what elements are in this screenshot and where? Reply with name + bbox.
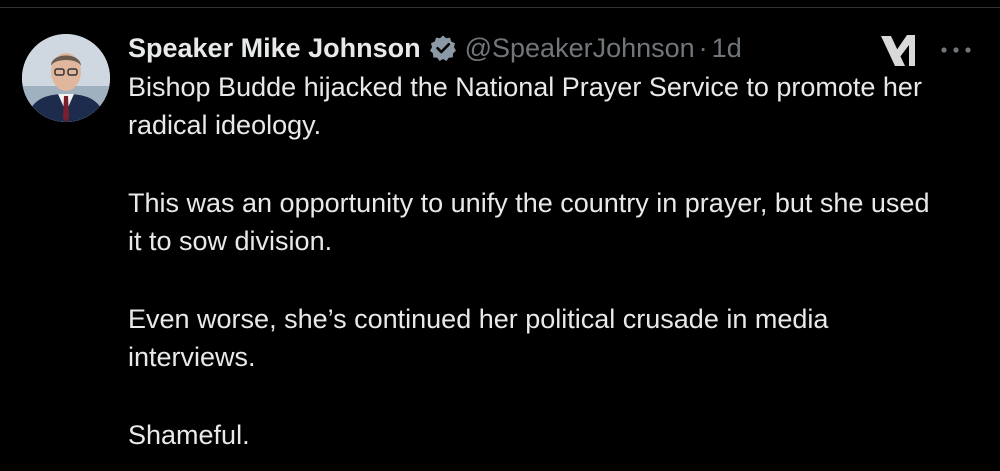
grok-icon[interactable]: [878, 33, 918, 69]
tweet-header: Speaker Mike Johnson @SpeakerJohnson · 1…: [128, 30, 948, 66]
top-divider: [0, 0, 1000, 8]
author-display-name[interactable]: Speaker Mike Johnson: [128, 33, 421, 64]
tweet-paragraph: Shameful.: [128, 420, 250, 450]
avatar[interactable]: [22, 34, 110, 122]
more-options-icon[interactable]: [940, 42, 972, 53]
separator-dot: ·: [698, 32, 708, 63]
tweet-text: Bishop Budde hijacked the National Praye…: [128, 68, 948, 454]
verified-badge-icon: [429, 34, 457, 62]
author-handle[interactable]: @SpeakerJohnson: [465, 33, 695, 64]
tweet-paragraph: This was an opportunity to unify the cou…: [128, 188, 930, 256]
tweet-body: Speaker Mike Johnson @SpeakerJohnson · 1…: [128, 30, 948, 454]
tweet-timestamp[interactable]: 1d: [712, 33, 742, 64]
tweet-paragraph: Even worse, she’s continued her politica…: [128, 304, 829, 372]
tweet-paragraph: Bishop Budde hijacked the National Praye…: [128, 72, 922, 140]
